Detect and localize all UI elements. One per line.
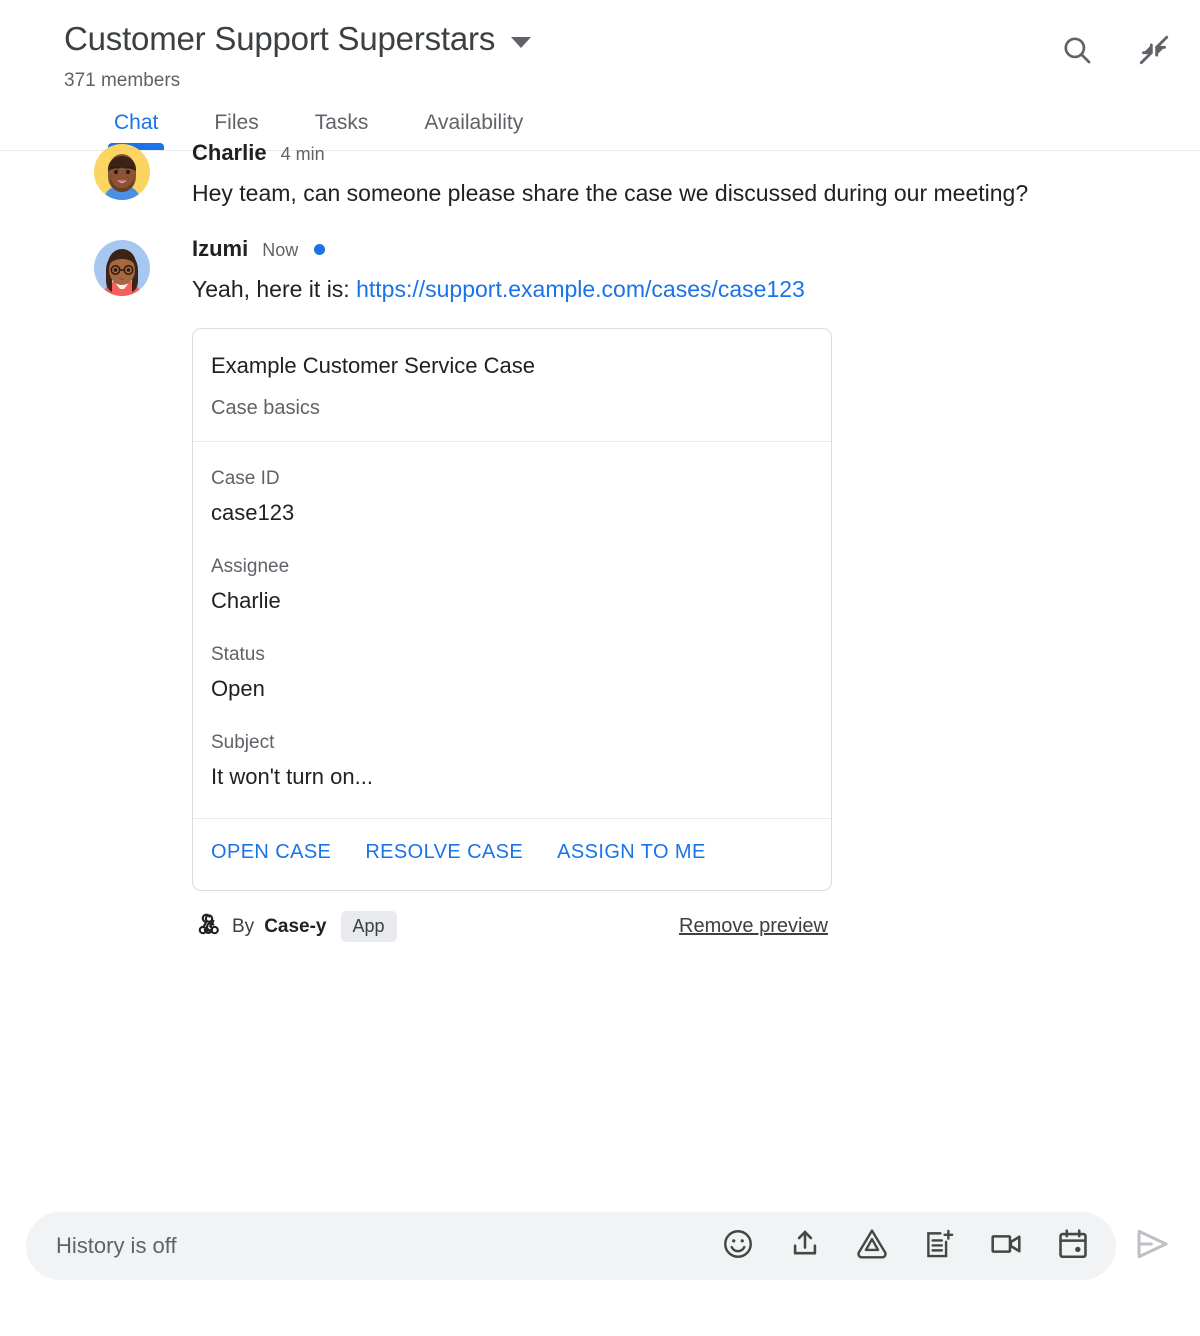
field-label: Status	[211, 644, 265, 665]
tab-files-label: Files	[214, 111, 259, 134]
card-actions: OPEN CASE RESOLVE CASE ASSIGN TO ME	[193, 819, 831, 890]
send-icon[interactable]	[1126, 1224, 1178, 1269]
collapse-icon[interactable]	[1136, 32, 1172, 73]
field-subject: Subject It won't turn on...	[211, 730, 813, 792]
message-text-prefix: Yeah, here it is:	[192, 276, 357, 302]
upload-icon[interactable]	[788, 1227, 822, 1266]
new-document-icon[interactable]	[922, 1227, 956, 1266]
google-drive-icon[interactable]	[855, 1227, 889, 1266]
open-case-button[interactable]: OPEN CASE	[211, 841, 331, 864]
chevron-down-icon[interactable]	[511, 36, 532, 48]
tab-tasks-label: Tasks	[314, 111, 369, 134]
by-label: By	[232, 915, 255, 937]
message-timestamp: 4 min	[280, 144, 325, 164]
message-item: Izumi Now Yeah, here it is: https://supp…	[0, 232, 1200, 942]
search-icon[interactable]	[1060, 33, 1094, 72]
avatar[interactable]	[94, 144, 150, 200]
field-assignee: Assignee Charlie	[211, 554, 813, 616]
members-count: 371 members	[64, 70, 181, 91]
message-list: Charlie 4 min Hey team, can someone plea…	[0, 120, 1200, 1100]
composer-input-area[interactable]: History is off	[26, 1212, 1116, 1280]
avatar[interactable]	[94, 240, 150, 296]
message-item: Charlie 4 min Hey team, can someone plea…	[0, 136, 1200, 214]
field-status: Status Open	[211, 642, 813, 704]
field-label: Subject	[211, 732, 275, 753]
resolve-case-button[interactable]: RESOLVE CASE	[365, 841, 523, 864]
calendar-icon[interactable]	[1056, 1227, 1090, 1266]
card-subtitle: Case basics	[211, 397, 320, 419]
emoji-icon[interactable]	[721, 1227, 755, 1266]
tab-chat-label: Chat	[114, 111, 159, 134]
field-case-id: Case ID case123	[211, 466, 813, 528]
message-timestamp: Now	[262, 240, 299, 260]
card-title: Example Customer Service Case	[211, 353, 536, 378]
assign-to-me-button[interactable]: ASSIGN TO ME	[557, 841, 706, 864]
page-title: Customer Support Superstars	[64, 20, 496, 57]
message-text: Hey team, can someone please share the c…	[192, 180, 1029, 206]
field-value: Open	[211, 676, 265, 701]
field-label: Case ID	[211, 468, 280, 489]
chat-header: Customer Support Superstars 371 members	[0, 0, 1200, 151]
field-value: case123	[211, 500, 295, 525]
message-link[interactable]: https://support.example.com/cases/case12…	[356, 276, 805, 302]
message-composer: History is off	[0, 1212, 1200, 1280]
message-sender: Izumi	[192, 236, 249, 261]
app-name: Case-y	[264, 915, 327, 937]
field-label: Assignee	[211, 556, 290, 577]
message-sender: Charlie	[192, 140, 267, 165]
composer-toolbar	[721, 1227, 1090, 1266]
field-value: It won't turn on...	[211, 764, 373, 789]
webhook-icon	[196, 911, 222, 942]
card-attribution: By Case-y App Remove preview	[192, 911, 832, 942]
message-text: Yeah, here it is: https://support.exampl…	[192, 268, 1092, 310]
unread-dot	[314, 243, 326, 255]
composer-placeholder: History is off	[56, 1233, 177, 1258]
app-badge: App	[340, 911, 397, 942]
card-fields: Case ID case123 Assignee Charlie Status …	[193, 442, 831, 818]
card-header: Example Customer Service Case Case basic…	[193, 329, 831, 441]
video-camera-icon[interactable]	[989, 1227, 1023, 1266]
remove-preview-link[interactable]: Remove preview	[679, 915, 828, 938]
field-value: Charlie	[211, 588, 281, 613]
tab-availability-label: Availability	[424, 111, 524, 134]
header-actions	[1060, 32, 1172, 73]
case-preview-card: Example Customer Service Case Case basic…	[192, 328, 832, 891]
header-title-block: Customer Support Superstars 371 members	[64, 18, 1060, 94]
